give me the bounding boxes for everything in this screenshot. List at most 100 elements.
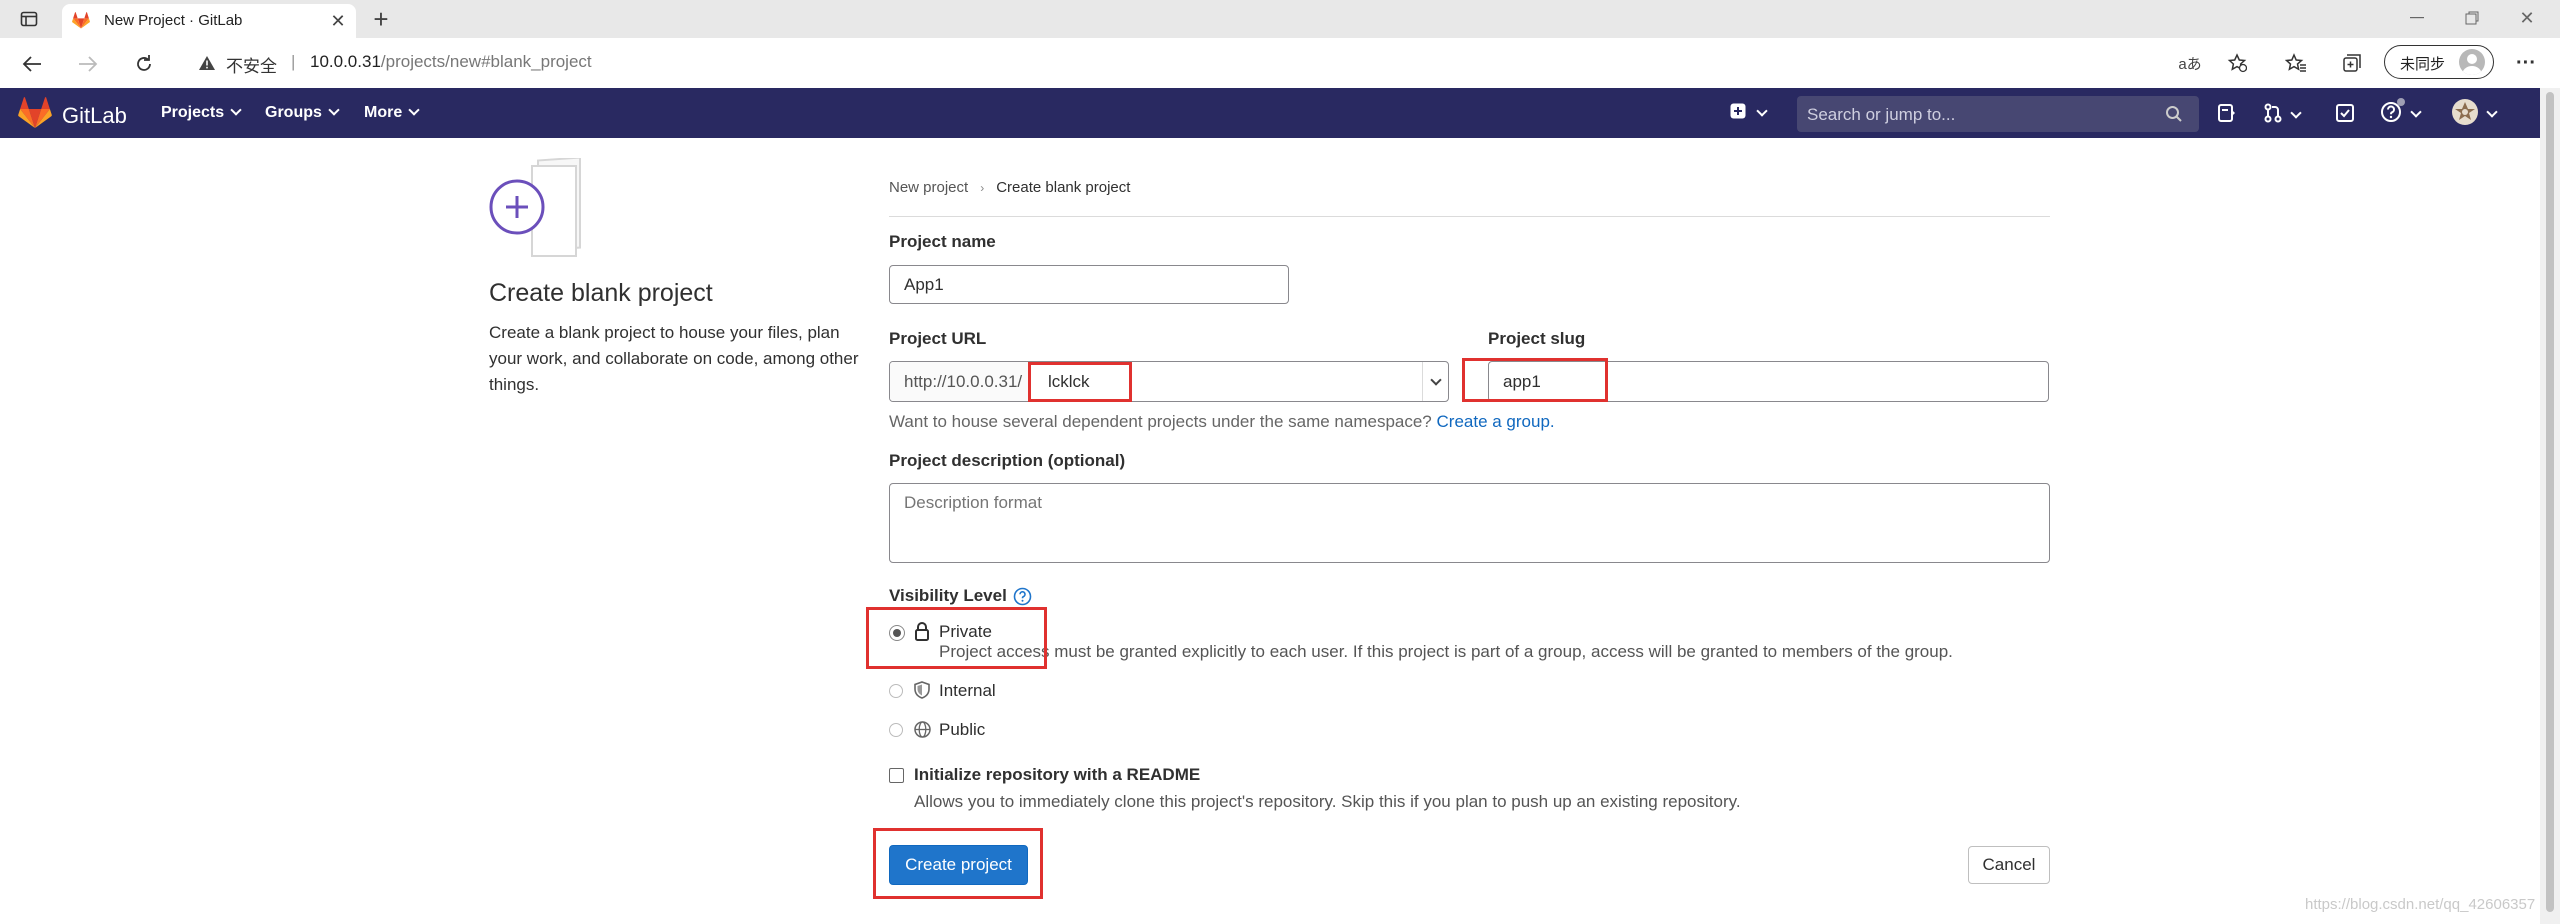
page-scrollbar-thumb[interactable] [2546, 92, 2554, 912]
create-project-button[interactable]: Create project [889, 845, 1028, 885]
gitlab-tanuki-icon [18, 97, 52, 134]
favorites-icon[interactable] [2284, 52, 2308, 74]
breadcrumb: New project › Create blank project [889, 179, 1130, 196]
breadcrumb-current: Create blank project [996, 179, 1131, 196]
namespace-dropdown-toggle[interactable] [1422, 362, 1448, 401]
visibility-label: Visibility Level [889, 586, 1032, 606]
nav-groups-dropdown[interactable]: Groups [265, 104, 340, 122]
breadcrumb-new-project[interactable]: New project [889, 179, 968, 196]
private-label[interactable]: Private [939, 622, 992, 642]
close-tab-icon[interactable]: ✕ [328, 11, 348, 31]
breadcrumb-divider [889, 216, 2050, 217]
readme-checkbox[interactable] [889, 768, 904, 783]
globe-icon [914, 721, 931, 743]
gitlab-logo[interactable]: GitLab [18, 97, 127, 134]
security-label[interactable]: 不安全 [226, 52, 277, 77]
project-name-input[interactable]: App1 [889, 265, 1289, 304]
gitlab-favicon-icon [72, 12, 90, 34]
radio-dot [893, 629, 901, 637]
nav-projects-dropdown[interactable]: Projects [161, 104, 242, 122]
private-help: Project access must be granted explicitl… [939, 642, 1953, 661]
visibility-internal-radio[interactable] [889, 684, 903, 698]
todo-list-icon[interactable] [2336, 104, 2354, 127]
project-slug-input[interactable]: app1 [1488, 361, 2049, 402]
visibility-public-radio[interactable] [889, 723, 903, 737]
cancel-button[interactable]: Cancel [1968, 846, 2050, 884]
plus-square-icon [1730, 103, 1746, 124]
search-icon [2165, 105, 2183, 128]
merge-requests-dropdown[interactable] [2264, 103, 2302, 128]
address-divider: | [291, 52, 296, 71]
description-textarea[interactable] [889, 483, 2050, 563]
shield-icon [914, 681, 930, 704]
chevron-down-icon [2410, 105, 2422, 118]
blank-project-illustration [488, 156, 592, 262]
help-question-icon [2380, 98, 2405, 128]
warning-icon[interactable] [196, 52, 218, 74]
url-path: /projects/new#blank_project [380, 52, 592, 71]
description-label: Project description (optional) [889, 451, 1126, 470]
chevron-down-icon [2486, 105, 2498, 118]
namespace-value: lcklck [1048, 372, 1090, 391]
tab-title: New Project · GitLab [104, 12, 243, 29]
nav-more-dropdown[interactable]: More [364, 104, 420, 122]
chevron-down-icon [328, 104, 340, 116]
chevron-down-icon [2290, 106, 2302, 119]
restore-icon[interactable] [2460, 6, 2484, 30]
url-field[interactable]: 10.0.0.31/projects/new#blank_project [310, 52, 592, 72]
close-window-icon[interactable]: ✕ [2515, 6, 2539, 30]
profile-sync-button[interactable]: 未同步 [2384, 45, 2494, 79]
question-icon[interactable] [1013, 587, 1032, 606]
internal-label[interactable]: Internal [939, 681, 996, 701]
sidebar-title: Create blank project [489, 279, 713, 307]
issues-nav-icon[interactable] [2218, 104, 2236, 127]
sync-label: 未同步 [2400, 56, 2446, 73]
minimize-icon[interactable] [2405, 6, 2429, 30]
help-dropdown[interactable] [2380, 98, 2422, 128]
visibility-private-radio[interactable] [889, 625, 905, 641]
notification-dot-icon [2397, 98, 2405, 106]
create-group-link[interactable]: Create a group. [1437, 412, 1555, 431]
create-project-label: Create project [905, 855, 1012, 874]
profile-avatar-icon [2459, 49, 2485, 75]
nav-projects-label: Projects [161, 104, 225, 121]
browser-tab[interactable]: New Project · GitLab ✕ [62, 4, 356, 38]
public-label[interactable]: Public [939, 720, 985, 740]
lock-icon [914, 621, 930, 646]
project-slug-value: app1 [1503, 372, 1541, 391]
settings-more-icon[interactable]: ··· [2514, 52, 2538, 74]
refresh-icon[interactable] [130, 50, 158, 78]
project-url-label: Project URL [889, 329, 987, 348]
collections-icon[interactable] [2340, 52, 2364, 74]
project-url-group: http://10.0.0.31/ lcklck [889, 361, 1449, 402]
user-menu-dropdown[interactable] [2452, 99, 2498, 130]
project-name-label: Project name [889, 232, 996, 251]
new-tab-icon[interactable]: + [368, 4, 394, 34]
search-input[interactable] [1805, 100, 2149, 130]
visibility-label-text: Visibility Level [889, 586, 1007, 605]
chevron-down-icon [408, 104, 420, 116]
project-name-value: App1 [904, 275, 944, 294]
back-icon[interactable] [18, 50, 46, 78]
readme-label[interactable]: Initialize repository with a README [914, 765, 1200, 785]
project-slug-label: Project slug [1488, 329, 1586, 348]
read-aloud-icon[interactable]: aあ [2178, 52, 2202, 74]
nav-more-label: More [364, 104, 403, 121]
favorite-add-icon[interactable] [2225, 52, 2249, 74]
url-prefix: http://10.0.0.31/ [890, 362, 1030, 401]
nav-groups-label: Groups [265, 104, 322, 121]
readme-help: Allows you to immediately clone this pro… [914, 792, 1741, 811]
cancel-label: Cancel [1982, 855, 2036, 874]
namespace-help-text: Want to house several dependent projects… [889, 412, 1432, 431]
chevron-down-icon [230, 104, 242, 116]
tab-actions-icon[interactable] [18, 8, 40, 30]
chevron-down-icon [1756, 104, 1768, 117]
new-item-dropdown[interactable] [1730, 103, 1768, 124]
namespace-help: Want to house several dependent projects… [889, 412, 1555, 432]
chevron-right-icon: › [980, 180, 985, 195]
namespace-select[interactable]: lcklck [1030, 362, 1424, 401]
search-box[interactable] [1797, 96, 2199, 132]
merge-request-icon [2264, 103, 2282, 128]
plus-circle-icon [488, 178, 546, 241]
forward-icon[interactable] [74, 50, 102, 78]
